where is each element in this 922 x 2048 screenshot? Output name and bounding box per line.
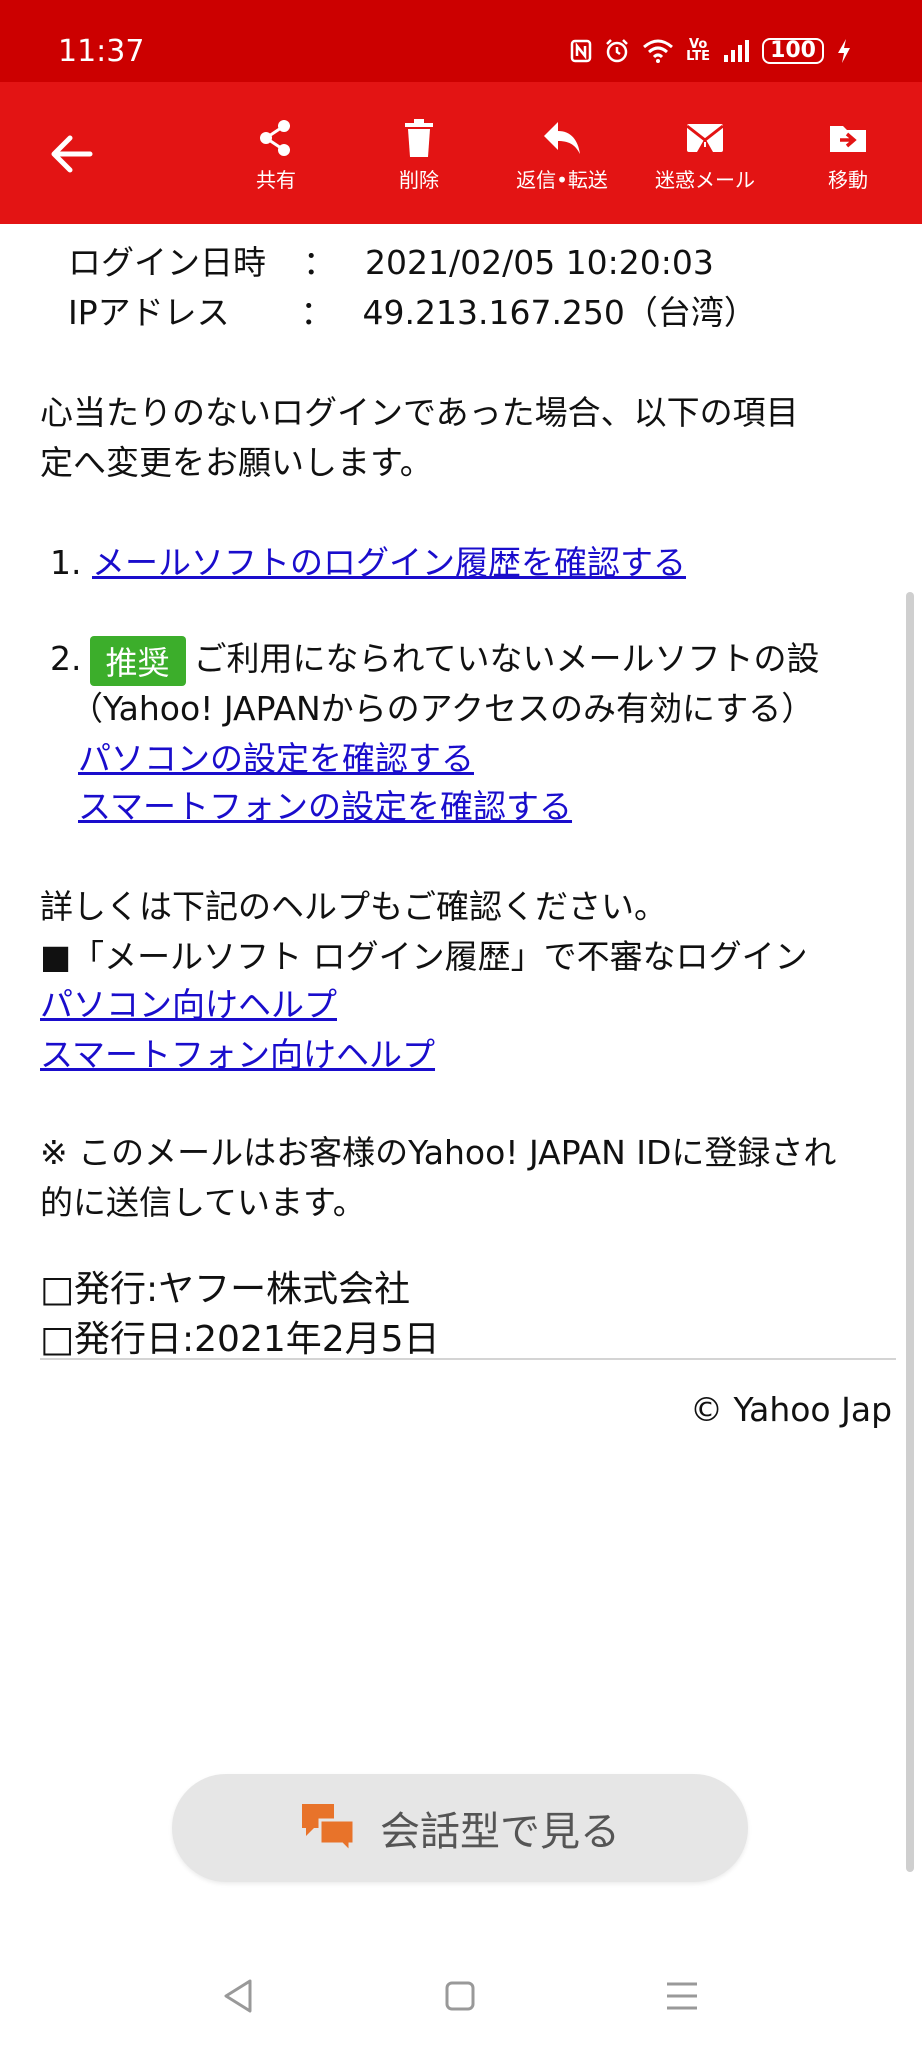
login-time-row: ログイン日時 ： 2021/02/05 10:20:03 (68, 236, 714, 284)
help-heading: ■「メールソフト ログイン履歴」で不審なログイン (40, 937, 808, 976)
login-time-value: 2021/02/05 10:20:03 (365, 243, 714, 282)
status-bar: 11:37 Vo LTE 100 (0, 0, 922, 82)
alarm-icon (604, 38, 630, 64)
sp-settings-link-row: スマートフォンの設定を確認する (78, 780, 572, 828)
reply-forward-label: 返信•転送 (516, 168, 608, 192)
list-number: 2. (50, 639, 82, 678)
move-folder-icon (830, 126, 866, 152)
share-label: 共有 (256, 168, 296, 192)
reply-forward-button[interactable]: 返信•転送 (497, 118, 627, 198)
list-number: 1. (50, 543, 82, 582)
help-intro: 詳しくは下記のヘルプもご確認ください。 (40, 887, 667, 926)
pc-settings-link-row: パソコンの設定を確認する (78, 732, 474, 780)
publish-date: □発行日:2021年2月5日 (40, 1319, 440, 1360)
smartphone-help-link[interactable]: スマートフォン向けヘルプ (40, 1035, 435, 1074)
nav-back-icon (224, 1979, 252, 2013)
mail-toolbar: 共有 削除 返信•転送 迷惑メール 移動 (0, 82, 922, 224)
move-button[interactable]: 移動 (783, 118, 913, 198)
pc-help-link[interactable]: パソコン向けヘルプ (40, 985, 337, 1024)
list-item-2: 2. 推奨 ご利用になられていないメールソフトの設 (50, 632, 820, 686)
conversation-view-button[interactable]: 会話型で見る (172, 1774, 748, 1882)
chat-bubbles-icon (302, 1804, 356, 1854)
login-time-sep: ： (303, 243, 336, 282)
sp-help-link-row: スマートフォン向けヘルプ (40, 1028, 435, 1076)
conversation-view-label: 会話型で見る (380, 1809, 620, 1855)
volte-icon: Vo LTE (686, 37, 711, 64)
reply-icon (544, 122, 580, 154)
trash-icon (405, 119, 433, 157)
move-label: 移動 (828, 168, 868, 192)
nav-home-icon (445, 1981, 475, 2011)
footnote-line-1: ※ このメールはお客様のYahoo! JAPAN IDに登録され (40, 1133, 837, 1172)
delete-button[interactable]: 削除 (354, 118, 484, 198)
notice-line-2: 定へ変更をお願いします。 (40, 443, 433, 482)
ip-sep: ： (300, 293, 334, 332)
arrow-left-icon (51, 135, 93, 173)
share-button[interactable]: 共有 (211, 118, 341, 198)
email-body: ログイン日時 ： 2021/02/05 10:20:03 IPアドレス ： 49… (0, 224, 922, 1974)
back-button[interactable] (40, 122, 104, 186)
share-icon (260, 120, 290, 156)
login-time-label: ログイン日時 (68, 243, 266, 282)
recommended-badge: 推奨 (89, 635, 186, 686)
spam-button[interactable]: 迷惑メール (640, 118, 770, 198)
wifi-icon (642, 39, 674, 63)
status-icons: Vo LTE 100 (570, 38, 852, 64)
nav-back-button[interactable] (218, 1976, 258, 2016)
footnote-line-2: 的に送信しています。 (40, 1183, 366, 1222)
charging-icon (836, 38, 852, 64)
battery-icon: 100 (762, 38, 824, 64)
nav-menu-button[interactable] (662, 1976, 702, 2016)
ip-row: IPアドレス ： 49.213.167.250（台湾） (68, 286, 757, 334)
list-item-1: 1. メールソフトのログイン履歴を確認する (50, 536, 686, 584)
spam-label: 迷惑メール (655, 168, 755, 192)
status-time: 11:37 (58, 34, 145, 69)
scrollbar[interactable] (906, 592, 914, 1872)
pc-help-link-row: パソコン向けヘルプ (40, 978, 337, 1026)
system-nav-bar (0, 1940, 922, 2048)
notice-line-1: 心当たりのないログインであった場合、以下の項目 (40, 393, 799, 432)
nfc-icon (570, 39, 592, 63)
pc-settings-link[interactable]: パソコンの設定を確認する (78, 739, 474, 778)
nav-menu-icon (667, 1982, 697, 2010)
copyright: © Yahoo Jap (690, 1390, 893, 1429)
item2-note: （Yahoo! JAPANからのアクセスのみ有効にする） (70, 689, 815, 728)
login-history-link[interactable]: メールソフトのログイン履歴を確認する (92, 543, 686, 582)
signal-icon (722, 39, 750, 63)
ip-value: 49.213.167.250（台湾） (362, 293, 757, 332)
delete-label: 削除 (399, 168, 439, 192)
smartphone-settings-link[interactable]: スマートフォンの設定を確認する (78, 787, 572, 826)
spam-mail-icon (686, 124, 724, 152)
publisher: □発行:ヤフー株式会社 (40, 1269, 411, 1310)
nav-home-button[interactable] (440, 1976, 480, 2016)
item2-text: ご利用になられていないメールソフトの設 (193, 639, 820, 678)
ip-label: IPアドレス (68, 293, 230, 332)
footer-divider (40, 1358, 896, 1360)
